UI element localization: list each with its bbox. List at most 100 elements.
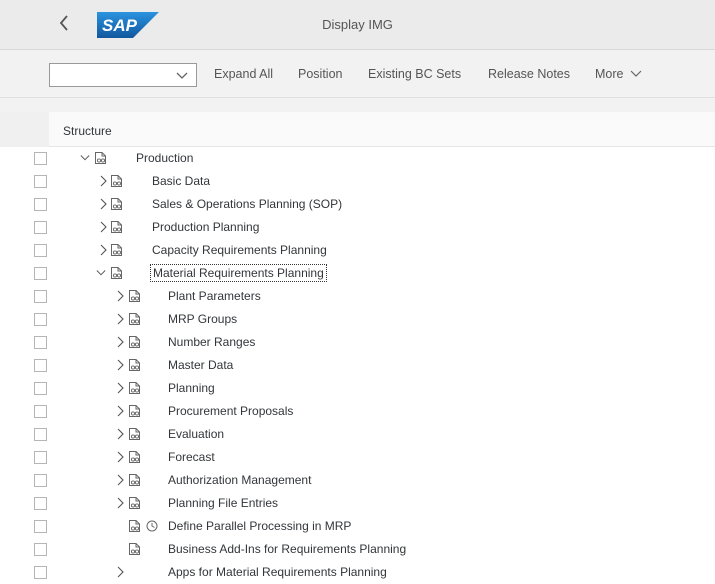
tree-row[interactable]: Define Parallel Processing in MRP <box>0 515 715 538</box>
tree-node-label[interactable]: Plant Parameters <box>168 289 261 303</box>
row-select-checkbox[interactable] <box>34 520 47 533</box>
tree-node-label[interactable]: Business Add-Ins for Requirements Planni… <box>168 542 406 556</box>
row-select-checkbox[interactable] <box>34 221 47 234</box>
page-title: Display IMG <box>322 17 393 32</box>
tree-row[interactable]: MRP Groups <box>0 308 715 331</box>
tree-node-label[interactable]: Material Requirements Planning <box>150 264 327 282</box>
tree-row[interactable]: Authorization Management <box>0 469 715 492</box>
row-select-checkbox[interactable] <box>34 198 47 211</box>
chevron-right-icon[interactable] <box>115 427 125 441</box>
tree-node-label[interactable]: Authorization Management <box>168 473 311 487</box>
row-select-checkbox[interactable] <box>34 152 47 165</box>
tree-row[interactable]: Forecast <box>0 446 715 469</box>
transaction-combo[interactable] <box>49 63 197 87</box>
chevron-right-icon[interactable] <box>115 312 125 326</box>
tree-row[interactable]: Production Planning <box>0 216 715 239</box>
row-select-checkbox[interactable] <box>34 313 47 326</box>
chevron-right-icon[interactable] <box>98 197 108 211</box>
tree-row[interactable]: Material Requirements Planning <box>0 262 715 285</box>
chevron-down-icon[interactable] <box>96 266 106 280</box>
chevron-right-icon[interactable] <box>115 565 125 579</box>
tree-node-label[interactable]: Procurement Proposals <box>168 404 293 418</box>
tree-node-label[interactable]: Define Parallel Processing in MRP <box>168 519 351 533</box>
chevron-down-icon[interactable] <box>175 66 189 84</box>
chevron-right-icon[interactable] <box>115 358 125 372</box>
tree-node-label[interactable]: Production <box>136 151 193 165</box>
tree-node-label[interactable]: Master Data <box>168 358 233 372</box>
document-glasses-icon <box>111 198 122 210</box>
document-glasses-icon <box>129 497 140 509</box>
tree-row[interactable]: Sales & Operations Planning (SOP) <box>0 193 715 216</box>
more-label: More <box>595 67 624 81</box>
tree-row[interactable]: Business Add-Ins for Requirements Planni… <box>0 538 715 561</box>
tree-row[interactable]: Planning <box>0 377 715 400</box>
tree-row[interactable]: Number Ranges <box>0 331 715 354</box>
row-select-checkbox[interactable] <box>34 497 47 510</box>
row-select-checkbox[interactable] <box>34 382 47 395</box>
tree-row[interactable]: Master Data <box>0 354 715 377</box>
position-button[interactable]: Position <box>298 67 342 81</box>
tree-row[interactable]: Basic Data <box>0 170 715 193</box>
document-glasses-icon <box>129 313 140 325</box>
row-select-checkbox[interactable] <box>34 267 47 280</box>
row-select-checkbox[interactable] <box>34 175 47 188</box>
row-select-checkbox[interactable] <box>34 428 47 441</box>
document-glasses-icon <box>111 244 122 256</box>
tree-row[interactable]: Evaluation <box>0 423 715 446</box>
chevron-right-icon[interactable] <box>115 473 125 487</box>
chevron-right-icon[interactable] <box>115 496 125 510</box>
tree-node-label[interactable]: MRP Groups <box>168 312 237 326</box>
tree-row[interactable]: Plant Parameters <box>0 285 715 308</box>
toolbar-spacer <box>0 98 715 112</box>
tree-node-label[interactable]: Basic Data <box>152 174 210 188</box>
existing-bc-sets-button[interactable]: Existing BC Sets <box>368 67 461 81</box>
document-glasses-icon <box>129 451 140 463</box>
tree-node-label[interactable]: Evaluation <box>168 427 224 441</box>
document-glasses-icon <box>129 359 140 371</box>
row-select-checkbox[interactable] <box>34 543 47 556</box>
tree-node-label[interactable]: Number Ranges <box>168 335 255 349</box>
tree-node-label[interactable]: Production Planning <box>152 220 259 234</box>
chevron-right-icon[interactable] <box>115 381 125 395</box>
chevron-right-icon[interactable] <box>115 404 125 418</box>
row-select-checkbox[interactable] <box>34 359 47 372</box>
tree-node-label[interactable]: Planning <box>168 381 215 395</box>
tree-node-label[interactable]: Capacity Requirements Planning <box>152 243 327 257</box>
row-select-checkbox[interactable] <box>34 244 47 257</box>
row-select-checkbox[interactable] <box>34 474 47 487</box>
tree-row[interactable]: Production <box>0 147 715 170</box>
document-glasses-icon <box>129 382 140 394</box>
chevron-right-icon[interactable] <box>98 243 108 257</box>
document-glasses-icon <box>129 520 140 532</box>
row-select-checkbox[interactable] <box>34 405 47 418</box>
document-glasses-icon <box>111 221 122 233</box>
chevron-right-icon[interactable] <box>98 174 108 188</box>
release-notes-button[interactable]: Release Notes <box>488 67 570 81</box>
document-glasses-icon <box>129 405 140 417</box>
tree-node-label[interactable]: Forecast <box>168 450 215 464</box>
tree-row[interactable]: Procurement Proposals <box>0 400 715 423</box>
row-select-checkbox[interactable] <box>34 566 47 579</box>
row-select-checkbox[interactable] <box>34 451 47 464</box>
tree-row[interactable]: Planning File Entries <box>0 492 715 515</box>
img-tree: Structure Production Basic Data Sales & Op… <box>0 112 715 584</box>
chevron-right-icon[interactable] <box>98 220 108 234</box>
chevron-right-icon[interactable] <box>115 335 125 349</box>
chevron-down-icon <box>630 70 642 77</box>
tree-row[interactable]: Capacity Requirements Planning <box>0 239 715 262</box>
row-select-checkbox[interactable] <box>34 290 47 303</box>
chevron-down-icon[interactable] <box>80 151 90 165</box>
tree-node-label[interactable]: Planning File Entries <box>168 496 278 510</box>
chevron-right-icon[interactable] <box>115 450 125 464</box>
chevron-right-icon[interactable] <box>115 289 125 303</box>
row-select-checkbox[interactable] <box>34 336 47 349</box>
tree-node-label[interactable]: Sales & Operations Planning (SOP) <box>152 197 342 211</box>
document-glasses-icon <box>129 543 140 555</box>
document-glasses-icon <box>95 152 106 164</box>
tree-row[interactable]: Apps for Material Requirements Planning <box>0 561 715 584</box>
tree-node-label[interactable]: Apps for Material Requirements Planning <box>168 565 387 579</box>
selection-column-header <box>0 112 49 147</box>
expand-all-button[interactable]: Expand All <box>214 67 273 81</box>
document-glasses-icon <box>111 267 122 279</box>
more-button[interactable]: More <box>595 67 642 81</box>
